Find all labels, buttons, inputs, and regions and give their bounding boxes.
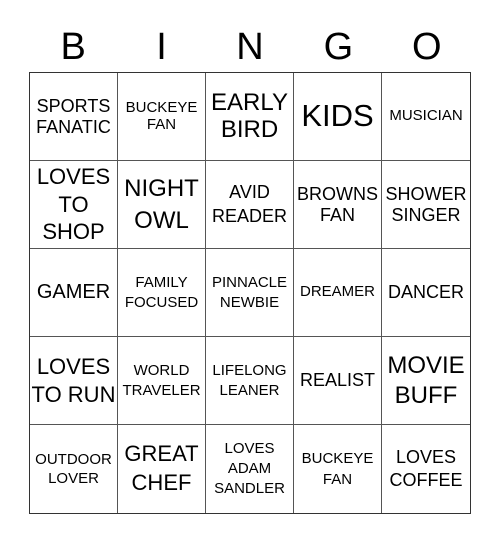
bingo-cell[interactable]: MOVIE BUFF (382, 337, 470, 425)
header-letter-n: N (236, 26, 264, 68)
cell-label: FAMILY FOCUSED (124, 274, 199, 311)
bingo-cell[interactable]: OUTDOOR LOVER (30, 425, 118, 513)
bingo-cell[interactable]: LIFELONG LEANER (206, 337, 294, 425)
cell-label: LOVES TO RUN (31, 354, 116, 407)
bingo-cell[interactable]: LOVES COFFEE (382, 425, 470, 513)
header-letter-b: B (60, 26, 86, 68)
cell-label: MUSICIAN (389, 107, 463, 125)
cell-label: KIDS (301, 98, 374, 134)
header-letter-g: G (323, 26, 354, 68)
bingo-cell[interactable]: REALIST (294, 337, 382, 425)
bingo-cell[interactable]: GAMER (30, 249, 118, 337)
cell-label: BUCKEYE FAN (301, 450, 374, 488)
cell-label: AVID READER (211, 182, 287, 226)
bingo-cell[interactable]: SPORTS FANATIC (30, 73, 118, 161)
cell-label: LIFELONG LEANER (212, 362, 287, 399)
bingo-cell[interactable]: BROWNS FAN (294, 161, 382, 249)
cell-label: LOVES TO SHOP (36, 164, 111, 245)
bingo-cell[interactable]: BUCKEYE FAN (294, 425, 382, 513)
cell-label: LOVES ADAM SANDLER (214, 439, 285, 498)
bingo-cell[interactable]: NIGHT OWL (118, 161, 206, 249)
bingo-cell[interactable]: SHOWER SINGER (382, 161, 470, 249)
cell-label: SPORTS FANATIC (36, 96, 111, 137)
cell-label: MOVIE BUFF (387, 351, 465, 409)
cell-label: DREAMER (299, 283, 375, 301)
cell-label: SHOWER SINGER (385, 184, 467, 225)
cell-label: PINNACLE NEWBIE (211, 274, 288, 311)
cell-label: DANCER (387, 282, 464, 303)
cell-label: REALIST (299, 370, 376, 391)
bingo-board: SPORTS FANATIC BUCKEYE FAN EARLY BIRD KI… (29, 72, 471, 514)
bingo-cell[interactable]: DANCER (382, 249, 470, 337)
cell-label: LOVES COFFEE (389, 446, 463, 490)
bingo-cell[interactable]: KIDS (294, 73, 382, 161)
header-letter-i: I (156, 26, 167, 68)
cell-label: NIGHT OWL (124, 175, 199, 234)
bingo-cell[interactable]: LOVES TO SHOP (30, 161, 118, 249)
bingo-cell[interactable]: LOVES TO RUN (30, 337, 118, 425)
bingo-cell[interactable]: PINNACLE NEWBIE (206, 249, 294, 337)
bingo-header: B I N G O (29, 22, 471, 72)
cell-label: GREAT CHEF (124, 441, 199, 495)
cell-label: GAMER (36, 281, 111, 304)
cell-label: BUCKEYE FAN (125, 98, 198, 133)
bingo-cell[interactable]: LOVES ADAM SANDLER (206, 425, 294, 513)
bingo-cell[interactable]: EARLY BIRD (206, 73, 294, 161)
cell-label: EARLY BIRD (211, 88, 288, 143)
bingo-cell[interactable]: MUSICIAN (382, 73, 470, 161)
bingo-cell[interactable]: DREAMER (294, 249, 382, 337)
bingo-cell[interactable]: FAMILY FOCUSED (118, 249, 206, 337)
bingo-cell[interactable]: GREAT CHEF (118, 425, 206, 513)
cell-label: OUTDOOR LOVER (35, 450, 112, 488)
bingo-cell[interactable]: AVID READER (206, 161, 294, 249)
cell-label: WORLD TRAVELER (122, 362, 201, 399)
cell-label: BROWNS FAN (297, 184, 378, 225)
bingo-cell[interactable]: WORLD TRAVELER (118, 337, 206, 425)
bingo-cell[interactable]: BUCKEYE FAN (118, 73, 206, 161)
header-letter-o: O (411, 26, 442, 68)
